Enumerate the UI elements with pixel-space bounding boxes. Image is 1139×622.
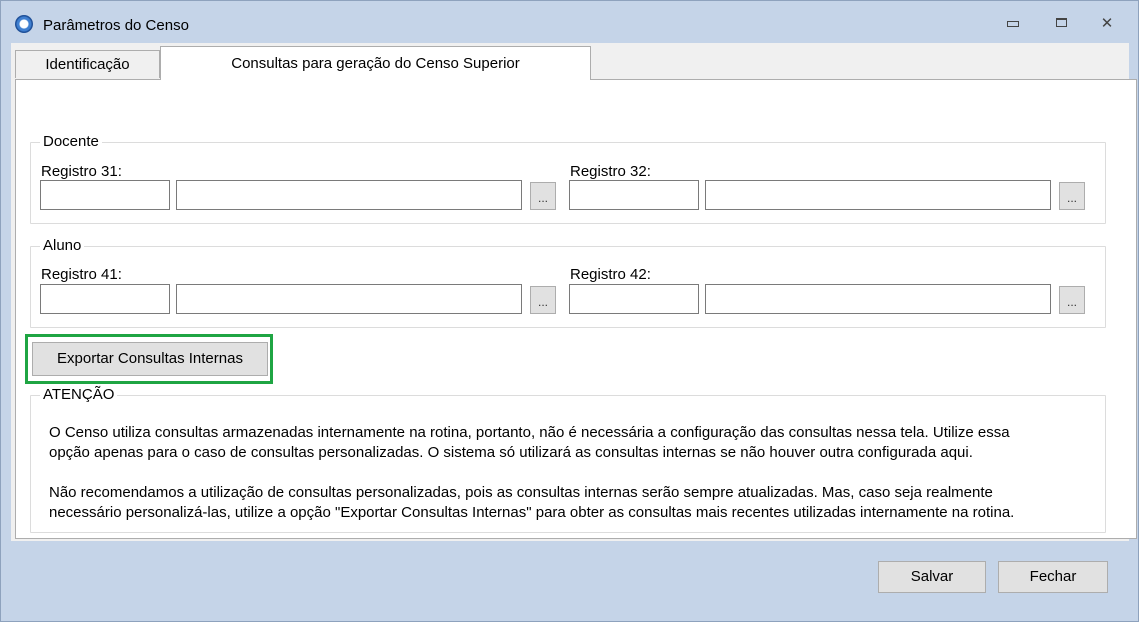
registro-42-code-input[interactable] bbox=[569, 284, 699, 314]
attention-legend: ATENÇÃO bbox=[40, 386, 118, 404]
export-consultas-button[interactable]: Exportar Consultas Internas bbox=[32, 342, 268, 376]
registro-32-browse-button[interactable]: ... bbox=[1059, 182, 1085, 210]
main-window: Parâmetros do Censo ✕ Identificação Cons… bbox=[0, 0, 1139, 622]
window-title: Parâmetros do Censo bbox=[43, 17, 189, 34]
maximize-button[interactable] bbox=[1047, 11, 1075, 35]
app-icon bbox=[15, 15, 33, 33]
minimize-button[interactable] bbox=[999, 11, 1027, 35]
registro-31-label: Registro 31: bbox=[41, 163, 122, 180]
registro-41-browse-button[interactable]: ... bbox=[530, 286, 556, 314]
attention-paragraph-1-line-1: O Censo utiliza consultas armazenadas in… bbox=[49, 424, 1010, 441]
window-client-area: Identificação Consultas para geração do … bbox=[11, 43, 1137, 541]
registro-41-desc-input[interactable] bbox=[176, 284, 522, 314]
registro-42-browse-button[interactable]: ... bbox=[1059, 286, 1085, 314]
registro-32-code-input[interactable] bbox=[569, 180, 699, 210]
registro-41-label: Registro 41: bbox=[41, 266, 122, 283]
salvar-button[interactable]: Salvar bbox=[878, 561, 986, 593]
tab-identificacao[interactable]: Identificação bbox=[15, 50, 160, 78]
attention-paragraph-1-line-2: opção apenas para o caso de consultas pe… bbox=[49, 444, 973, 461]
attention-paragraph-2-line-2: necessário personalizá-las, utilize a op… bbox=[49, 504, 1015, 521]
attention-group: ATENÇÃO O Censo utiliza consultas armaze… bbox=[30, 386, 1106, 533]
aluno-group: Aluno Registro 41: ... Registro 42: ... bbox=[30, 237, 1106, 328]
docente-group: Docente Registro 31: ... Registro 32: ..… bbox=[30, 133, 1106, 224]
close-icon: ✕ bbox=[1100, 14, 1114, 32]
docente-legend: Docente bbox=[40, 133, 102, 151]
aluno-legend: Aluno bbox=[40, 237, 85, 255]
fechar-button[interactable]: Fechar bbox=[998, 561, 1108, 593]
registro-31-desc-input[interactable] bbox=[176, 180, 522, 210]
registro-32-desc-input[interactable] bbox=[705, 180, 1051, 210]
registro-42-desc-input[interactable] bbox=[705, 284, 1051, 314]
attention-paragraph-2-line-1: Não recomendamos a utilização de consult… bbox=[49, 484, 993, 501]
registro-32-label: Registro 32: bbox=[570, 163, 651, 180]
registro-42-label: Registro 42: bbox=[570, 266, 651, 283]
registro-31-code-input[interactable] bbox=[40, 180, 170, 210]
title-bar[interactable]: Parâmetros do Censo ✕ bbox=[1, 1, 1138, 41]
registro-41-code-input[interactable] bbox=[40, 284, 170, 314]
registro-31-browse-button[interactable]: ... bbox=[530, 182, 556, 210]
tab-panel-consultas: Docente Registro 31: ... Registro 32: ..… bbox=[15, 79, 1137, 539]
maximize-icon bbox=[1055, 18, 1067, 27]
tab-consultas[interactable]: Consultas para geração do Censo Superior bbox=[160, 46, 591, 80]
close-window-button[interactable]: ✕ bbox=[1093, 11, 1121, 35]
minimize-icon bbox=[1007, 21, 1019, 27]
